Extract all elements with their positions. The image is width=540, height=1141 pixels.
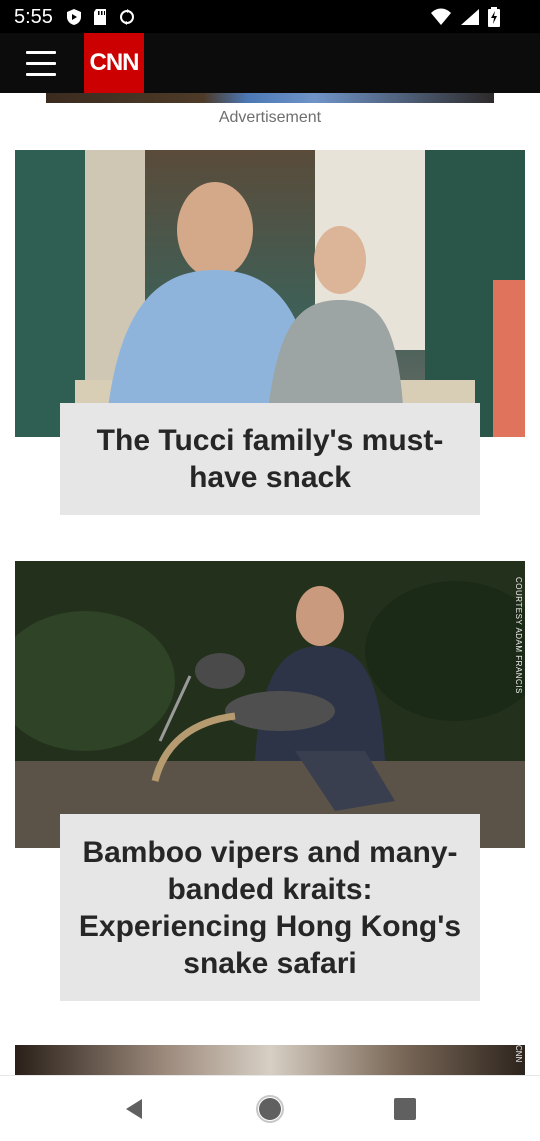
app-header: CNN	[0, 33, 540, 93]
recents-icon[interactable]	[390, 1094, 420, 1124]
sd-card-icon	[94, 9, 106, 25]
sync-icon	[120, 9, 134, 25]
status-right-icons	[430, 7, 500, 27]
next-article-image[interactable]: CNN	[15, 1045, 525, 1075]
article-feed[interactable]: Advertisement The Tucci family's must-ha…	[0, 93, 540, 1075]
play-protect-icon	[67, 9, 81, 25]
logo-text: CNN	[89, 49, 140, 76]
menu-button[interactable]	[26, 51, 56, 77]
photo-credit: COURTESY ADAM FRANCIS	[514, 577, 523, 694]
signal-icon	[461, 9, 479, 25]
photo-credit: CNN	[514, 1045, 523, 1063]
battery-charging-icon	[488, 7, 500, 27]
wifi-icon	[431, 8, 451, 25]
back-icon[interactable]	[120, 1094, 150, 1124]
snake-safari-article-image[interactable]: COURTESY ADAM FRANCIS	[15, 561, 525, 848]
snake-safari-article-headline[interactable]: Bamboo vipers and many-banded kraits: Ex…	[60, 814, 480, 1001]
advertisement-label: Advertisement	[218, 109, 322, 126]
status-time: 5:55	[14, 6, 53, 28]
menu-icon-line	[26, 73, 56, 76]
headline-text: Bamboo vipers and many-banded kraits: Ex…	[78, 835, 462, 980]
tucci-article-image[interactable]	[15, 150, 525, 437]
previous-article-image[interactable]	[46, 93, 494, 103]
status-bar: 5:55	[0, 0, 540, 33]
snake-safari-photo	[15, 561, 525, 848]
menu-icon-line	[26, 62, 56, 65]
tucci-article-headline[interactable]: The Tucci family's must-have snack	[60, 403, 480, 515]
home-icon[interactable]	[255, 1094, 285, 1124]
cnn-logo[interactable]: CNN	[84, 33, 144, 93]
status-left-icons	[66, 8, 136, 26]
headline-text: The Tucci family's must-have snack	[96, 424, 444, 494]
menu-icon-line	[26, 51, 56, 54]
system-navigation-bar	[0, 1075, 540, 1141]
tucci-photo	[15, 150, 525, 437]
